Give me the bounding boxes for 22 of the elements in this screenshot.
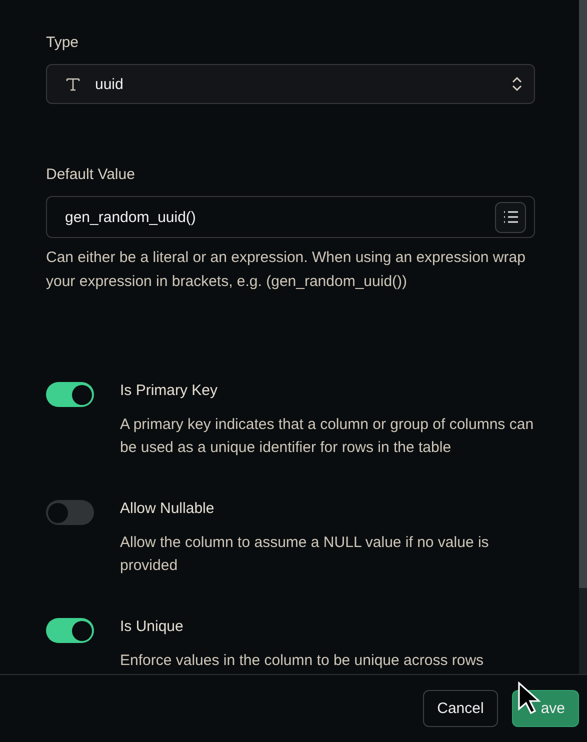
select-value: uuid: [95, 76, 124, 92]
field-label: Default Value: [46, 166, 136, 184]
type-select[interactable]: uuid: [46, 64, 535, 104]
chevron-up-down-icon: [512, 76, 522, 92]
option-title: Is Primary Key: [120, 382, 219, 400]
list-button[interactable]: [495, 202, 526, 232]
option-description: Allow the column to assume a NULL value if no value is provided: [120, 533, 490, 576]
cancel-button[interactable]: Cancel: [423, 690, 498, 727]
toggle-switch[interactable]: [46, 382, 94, 407]
option-title: Is Unique: [120, 618, 184, 636]
option-title: Allow Nullable: [120, 500, 216, 518]
toggle-switch[interactable]: [46, 500, 94, 525]
field-label: Type: [46, 34, 80, 52]
cursor-icon: [516, 681, 541, 715]
option-description: A primary key indicates that a column or group of columns can be used as a unique identifier for rows in the table: [120, 415, 535, 458]
text-type-icon: [65, 76, 81, 92]
help-text: Can either be a literal or an expression. When using an expression wrap your expression in brackets, e.g. (gen_random_uuid()): [46, 248, 526, 292]
toggle-switch[interactable]: [46, 618, 94, 643]
default-value-field[interactable]: gen_random_uuid(): [46, 196, 535, 238]
list-icon: [502, 211, 518, 223]
option-description: Enforce values in the column to be unique across rows: [120, 651, 484, 671]
field-value: gen_random_uuid(): [65, 208, 197, 226]
